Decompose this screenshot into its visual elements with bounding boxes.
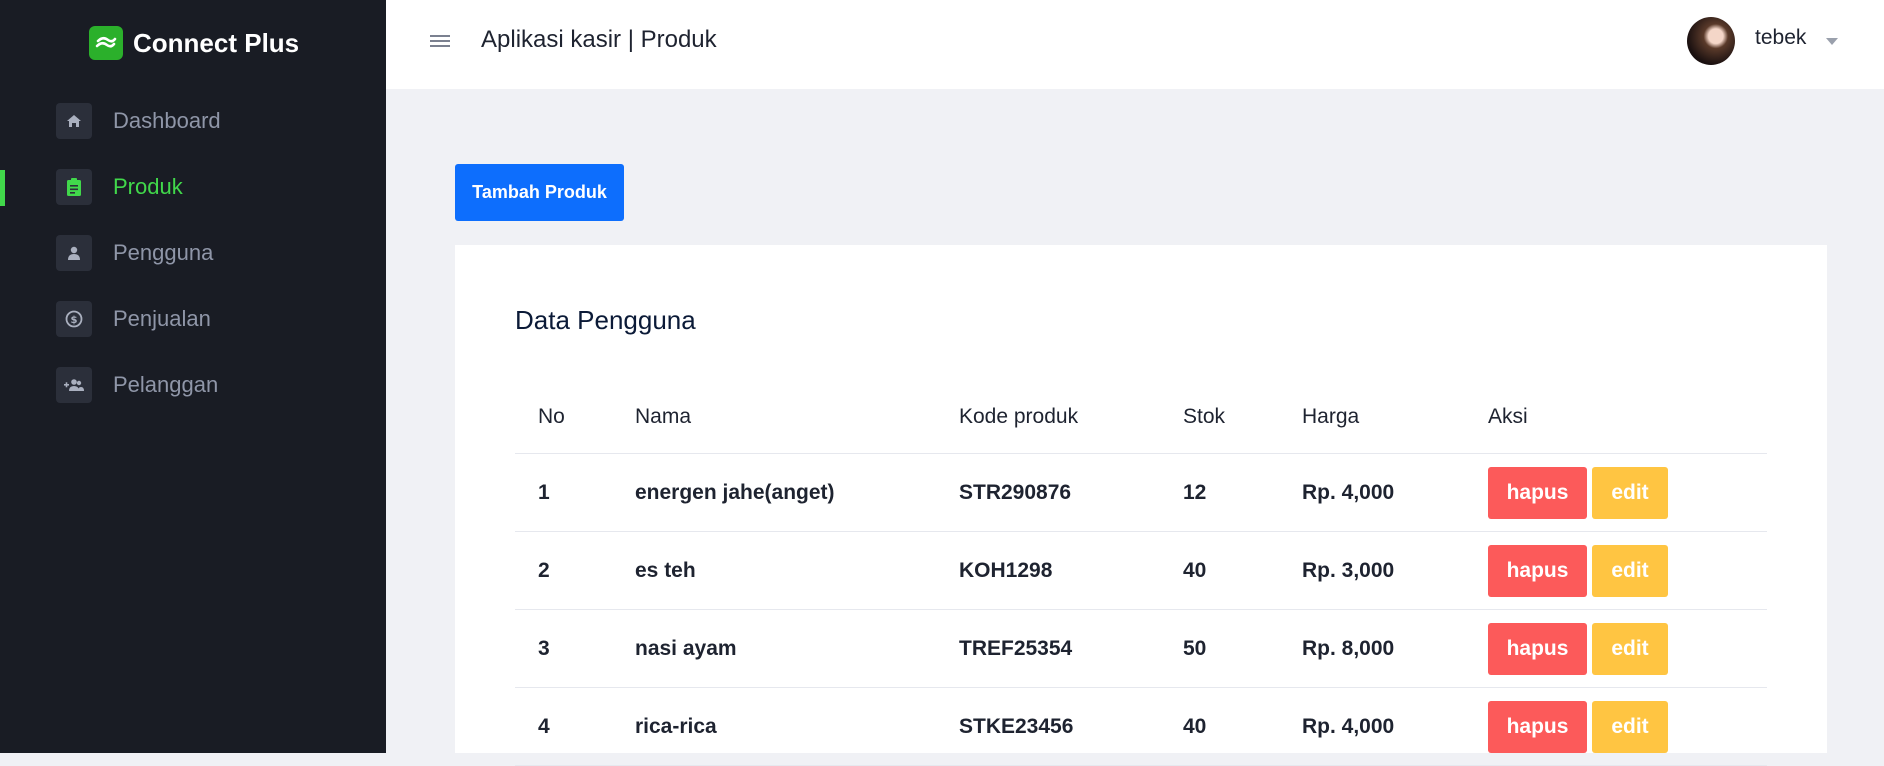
table-row: 2 es teh KOH1298 40 Rp. 3,000 hapus edit [515, 532, 1767, 610]
delete-button[interactable]: hapus [1488, 622, 1587, 675]
edit-button[interactable]: edit [1592, 466, 1668, 519]
dollar-coin-icon: $ [56, 301, 92, 337]
clipboard-icon [56, 169, 92, 205]
cell-aksi: hapus edit [1488, 622, 1767, 675]
sidebar-nav: Dashboard Produk Pengguna $ Penjualan Pe… [0, 88, 386, 418]
add-product-button[interactable]: Tambah Produk [455, 164, 624, 221]
cell-harga: Rp. 3,000 [1302, 558, 1395, 582]
svg-text:$: $ [71, 315, 78, 326]
cell-nama: energen jahe(anget) [635, 480, 835, 504]
column-header-stok: Stok [1183, 405, 1226, 428]
column-header-kode: Kode produk [959, 405, 1079, 428]
username[interactable]: tebek [1755, 26, 1806, 50]
cell-nama: nasi ayam [635, 636, 737, 660]
cell-kode: STR290876 [959, 480, 1072, 504]
cell-harga: Rp. 8,000 [1302, 636, 1395, 660]
home-icon [56, 103, 92, 139]
edit-button[interactable]: edit [1592, 544, 1668, 597]
cell-aksi: hapus edit [1488, 700, 1767, 753]
brand[interactable]: Connect Plus [89, 26, 299, 60]
table-row: 1 energen jahe(anget) STR290876 12 Rp. 4… [515, 454, 1767, 532]
delete-button[interactable]: hapus [1488, 466, 1587, 519]
cell-aksi: hapus edit [1488, 544, 1767, 597]
cell-no: 4 [538, 714, 550, 738]
sidebar-item-label: Pengguna [113, 240, 214, 265]
column-header-aksi: Aksi [1488, 405, 1528, 428]
delete-button[interactable]: hapus [1488, 700, 1587, 753]
sidebar-item-label: Produk [113, 174, 183, 199]
sidebar-item-pelanggan[interactable]: Pelanggan [0, 352, 386, 418]
edit-button[interactable]: edit [1592, 622, 1668, 675]
column-header-harga: Harga [1302, 405, 1360, 428]
top-header: Aplikasi kasir | Produk tebek [386, 0, 1884, 89]
sidebar-item-produk[interactable]: Produk [0, 154, 386, 220]
leaf-logo-icon [89, 26, 123, 60]
sidebar: Connect Plus Dashboard Produk Pengguna $… [0, 0, 386, 753]
chevron-down-icon[interactable] [1826, 38, 1838, 45]
product-table: No Nama Kode produk Stok Harga Aksi 1 en… [515, 381, 1767, 766]
cell-no: 1 [538, 480, 550, 504]
cell-kode: KOH1298 [959, 558, 1053, 582]
card-title: Data Pengguna [515, 305, 696, 335]
cell-kode: STKE23456 [959, 714, 1074, 738]
page-title: Aplikasi kasir | Produk [481, 26, 717, 53]
sidebar-item-pengguna[interactable]: Pengguna [0, 220, 386, 286]
avatar[interactable] [1687, 17, 1735, 65]
cell-nama: es teh [635, 558, 696, 582]
cell-no: 3 [538, 636, 550, 660]
edit-button[interactable]: edit [1592, 700, 1668, 753]
cell-harga: Rp. 4,000 [1302, 480, 1395, 504]
brand-name: Connect Plus [133, 27, 300, 58]
table-row: 3 nasi ayam TREF25354 50 Rp. 8,000 hapus… [515, 610, 1767, 688]
sidebar-item-penjualan[interactable]: $ Penjualan [0, 286, 386, 352]
cell-stok: 12 [1183, 480, 1207, 504]
sidebar-item-label: Pelanggan [113, 372, 219, 397]
cell-aksi: hapus edit [1488, 466, 1767, 519]
column-header-nama: Nama [635, 405, 692, 428]
data-card: Data Pengguna No Nama Kode produk Stok H… [455, 245, 1827, 766]
add-group-icon [56, 367, 92, 403]
cell-stok: 40 [1183, 558, 1207, 582]
cell-harga: Rp. 4,000 [1302, 714, 1395, 738]
cell-kode: TREF25354 [959, 636, 1073, 660]
cell-stok: 40 [1183, 714, 1207, 738]
delete-button[interactable]: hapus [1488, 544, 1587, 597]
cell-no: 2 [538, 558, 550, 582]
column-header-no: No [538, 405, 565, 428]
sidebar-item-label: Dashboard [113, 108, 221, 133]
table-row: 4 rica-rica STKE23456 40 Rp. 4,000 hapus… [515, 688, 1767, 766]
user-icon [56, 235, 92, 271]
cell-nama: rica-rica [635, 714, 717, 738]
sidebar-item-dashboard[interactable]: Dashboard [0, 88, 386, 154]
table-header: No Nama Kode produk Stok Harga Aksi [515, 381, 1767, 454]
cell-stok: 50 [1183, 636, 1207, 660]
sidebar-item-label: Penjualan [113, 306, 211, 331]
menu-toggle-icon[interactable] [430, 31, 450, 51]
